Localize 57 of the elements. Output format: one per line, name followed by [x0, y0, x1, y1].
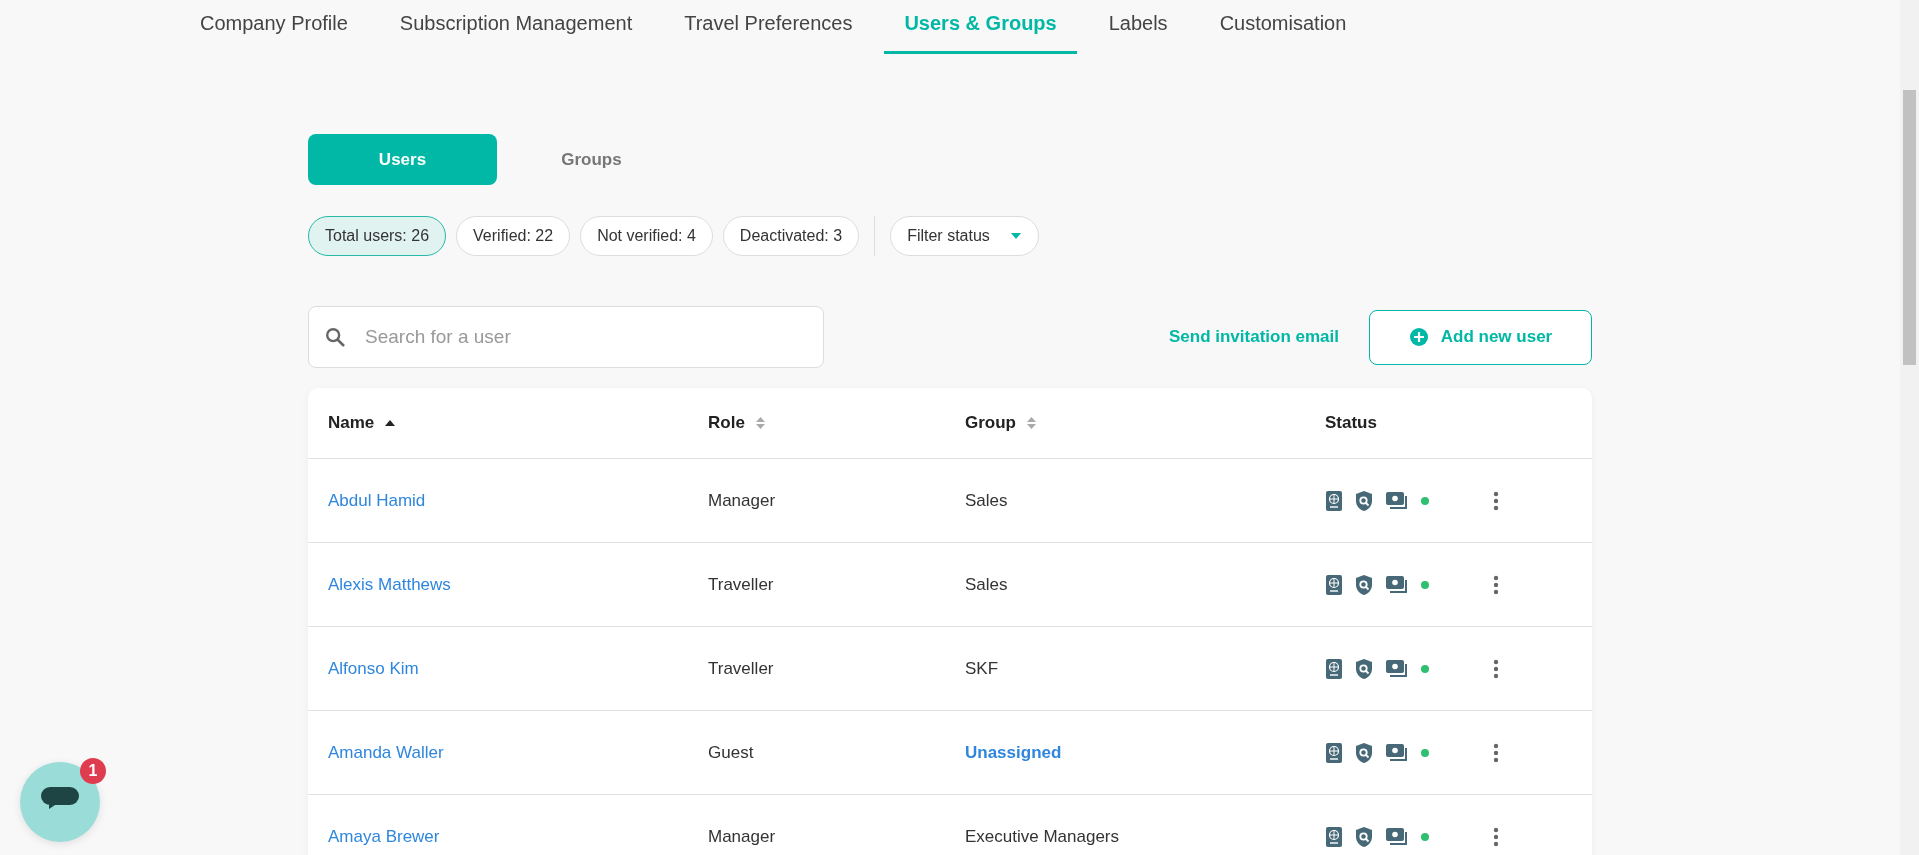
cash-icon	[1385, 490, 1409, 511]
notification-badge: 1	[80, 758, 106, 784]
user-name-link[interactable]: Alfonso Kim	[328, 658, 419, 678]
scrollbar[interactable]	[1900, 0, 1919, 855]
group-text[interactable]: Unassigned	[965, 742, 1062, 762]
count-chip[interactable]: Total users: 26	[308, 216, 447, 256]
more-options-icon[interactable]	[1493, 574, 1499, 595]
view-toggle[interactable]: Groups	[497, 134, 686, 185]
role-text: Manager	[708, 490, 776, 510]
column-header: Status	[1325, 413, 1378, 433]
group-text: Sales	[965, 574, 1008, 594]
group-text: Sales	[965, 490, 1008, 510]
shield-search-icon	[1355, 657, 1373, 680]
more-options-icon[interactable]	[1493, 826, 1499, 847]
passport-icon	[1325, 741, 1343, 764]
count-chip[interactable]: Not verified: 4	[580, 216, 713, 256]
plus-circle-icon	[1408, 327, 1429, 347]
cash-icon	[1385, 826, 1409, 847]
cash-icon	[1385, 742, 1409, 763]
passport-icon	[1325, 573, 1343, 596]
column-header[interactable]: Group	[965, 413, 1325, 433]
more-options-icon[interactable]	[1493, 658, 1499, 679]
shield-search-icon	[1355, 573, 1373, 596]
role-text: Guest	[708, 742, 754, 762]
role-text: Traveller	[708, 574, 774, 594]
passport-icon	[1325, 489, 1343, 512]
more-options-icon[interactable]	[1493, 490, 1499, 511]
shield-search-icon	[1355, 489, 1373, 512]
passport-icon	[1325, 657, 1343, 680]
user-name-link[interactable]: Abdul Hamid	[328, 490, 426, 510]
column-header[interactable]: Name	[328, 413, 708, 433]
settings-tab[interactable]: Labels	[1088, 0, 1188, 54]
search-field[interactable]: Search for a user	[308, 306, 824, 368]
settings-tab[interactable]: Travel Preferences	[664, 0, 873, 54]
role-text: Traveller	[708, 658, 774, 678]
cash-icon	[1385, 574, 1409, 595]
filter-dropdown[interactable]: Filter status	[890, 216, 1039, 256]
settings-tab[interactable]: Subscription Management	[379, 0, 653, 54]
shield-search-icon	[1355, 825, 1373, 848]
chat-button[interactable]	[20, 762, 100, 842]
user-name-link[interactable]: Alexis Matthews	[328, 574, 451, 594]
count-chip[interactable]: Verified: 22	[456, 216, 571, 256]
count-chip[interactable]: Deactivated: 3	[722, 216, 860, 256]
caret-icon	[1009, 232, 1022, 240]
user-name-link[interactable]: Amanda Waller	[328, 742, 444, 762]
group-text: SKF	[965, 658, 999, 678]
passport-icon	[1325, 825, 1343, 848]
settings-tab[interactable]: Customisation	[1199, 0, 1367, 54]
role-text: Manager	[708, 826, 776, 846]
group-text: Executive Managers	[965, 826, 1120, 846]
shield-search-icon	[1355, 741, 1373, 764]
cash-icon	[1385, 658, 1409, 679]
column-header[interactable]: Role	[708, 413, 965, 433]
more-options-icon[interactable]	[1493, 742, 1499, 763]
search-icon	[324, 326, 346, 348]
settings-tab[interactable]: Company Profile	[180, 0, 368, 54]
user-name-link[interactable]: Amaya Brewer	[328, 826, 440, 846]
